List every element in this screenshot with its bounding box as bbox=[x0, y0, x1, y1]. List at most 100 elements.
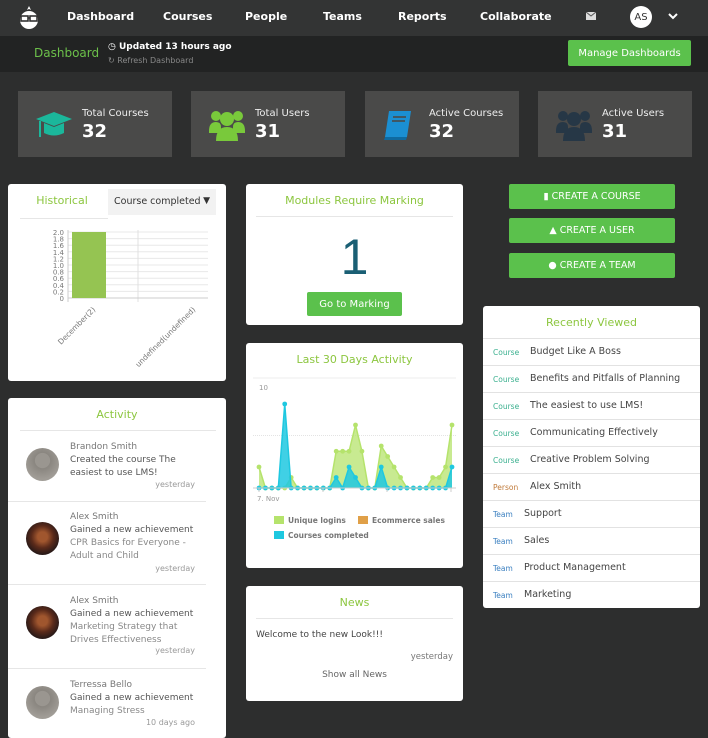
divider bbox=[20, 430, 216, 431]
go-to-marking-button[interactable]: Go to Marking bbox=[307, 292, 402, 316]
create-user-button[interactable]: ▲ CREATE A USER bbox=[509, 218, 675, 243]
data-point bbox=[353, 475, 358, 480]
recent-item[interactable]: Team Sales bbox=[483, 527, 700, 554]
news-item[interactable]: Welcome to the new Look!!! bbox=[256, 630, 383, 640]
stat-value: 32 bbox=[82, 121, 108, 142]
historical-chart: 00.20.40.60.81.01.21.41.61.82.0December(… bbox=[53, 229, 208, 369]
nav-people[interactable]: People bbox=[245, 10, 287, 23]
legend-label: Unique logins bbox=[288, 516, 346, 525]
activity-action: Created the course The easiest to use LM… bbox=[70, 455, 176, 478]
news-time: yesterday bbox=[410, 652, 453, 662]
stat-total-users[interactable]: Total Users 31 bbox=[191, 91, 345, 157]
show-all-news-link[interactable]: Show all News bbox=[246, 670, 463, 680]
recent-item[interactable]: Team Product Management bbox=[483, 554, 700, 581]
data-point bbox=[443, 464, 448, 470]
activity-action: Gained a new achievement bbox=[70, 609, 194, 619]
logo-icon[interactable] bbox=[17, 5, 41, 31]
modules-marking-card: Modules Require Marking 1 Go to Marking bbox=[246, 184, 463, 325]
book-icon: ▮ bbox=[543, 191, 549, 202]
create-course-button[interactable]: ▮ CREATE A COURSE bbox=[509, 184, 675, 209]
recent-item[interactable]: Team Marketing bbox=[483, 581, 700, 608]
avatar bbox=[26, 686, 59, 719]
recently-viewed-card: Recently Viewed Course Budget Like A Boss… bbox=[483, 306, 700, 608]
news-card: News Welcome to the new Look!!! yesterda… bbox=[246, 586, 463, 701]
recent-item[interactable]: Person Alex Smith bbox=[483, 473, 700, 500]
recent-item[interactable]: Team Support bbox=[483, 500, 700, 527]
recent-item-type: Team bbox=[493, 510, 513, 519]
activity-time: yesterday bbox=[155, 564, 195, 573]
activity-time: yesterday bbox=[155, 480, 195, 489]
recent-item-name: Communicating Effectively bbox=[530, 427, 658, 438]
avatar bbox=[26, 522, 59, 555]
stat-total-courses[interactable]: Total Courses 32 bbox=[18, 91, 172, 157]
avatar bbox=[26, 448, 59, 481]
recent-item-type: Course bbox=[493, 402, 520, 411]
recent-item[interactable]: Course Benefits and Pitfalls of Planning bbox=[483, 365, 700, 392]
activity-subject: CPR Basics for Everyone - Adult and Chil… bbox=[70, 538, 186, 561]
activity-title: Activity bbox=[96, 408, 138, 421]
stat-active-users[interactable]: Active Users 31 bbox=[538, 91, 692, 157]
chevron-down-icon[interactable] bbox=[668, 11, 678, 21]
refresh-dashboard-link[interactable]: ↻ Refresh Dashboard bbox=[108, 56, 193, 65]
button-label: CREATE A USER bbox=[559, 225, 635, 236]
data-point bbox=[378, 464, 384, 470]
marking-count: 1 bbox=[340, 229, 369, 285]
activity-time: yesterday bbox=[155, 646, 195, 655]
historical-title: Historical bbox=[36, 194, 88, 207]
recent-item-name: Product Management bbox=[524, 562, 626, 573]
recent-item-type: Course bbox=[493, 429, 520, 438]
recent-item-type: Team bbox=[493, 564, 513, 573]
nav-teams[interactable]: Teams bbox=[323, 10, 362, 23]
nav-collaborate[interactable]: Collaborate bbox=[480, 10, 552, 23]
select-value: Course completed bbox=[114, 196, 201, 207]
x-tick-label: December(2) bbox=[56, 305, 97, 346]
stat-value: 31 bbox=[255, 121, 281, 142]
data-point bbox=[340, 448, 346, 454]
page-title: Dashboard bbox=[34, 46, 100, 60]
recent-item-type: Team bbox=[493, 591, 513, 600]
data-point bbox=[282, 401, 288, 407]
stat-value: 31 bbox=[602, 121, 628, 142]
activity-subject: Managing Stress bbox=[70, 706, 145, 716]
recent-item[interactable]: Course Budget Like A Boss bbox=[483, 338, 700, 365]
recent-item-name: Alex Smith bbox=[530, 481, 582, 492]
data-point bbox=[449, 464, 455, 470]
data-point bbox=[436, 475, 442, 480]
nav-reports[interactable]: Reports bbox=[398, 10, 447, 23]
recent-item[interactable]: Course Communicating Effectively bbox=[483, 419, 700, 446]
metric-select[interactable]: Course completed ▼ bbox=[108, 189, 216, 215]
divider bbox=[8, 501, 206, 502]
clock-icon: ◷ bbox=[108, 42, 119, 52]
recent-item[interactable]: Course The easiest to use LMS! bbox=[483, 392, 700, 419]
mail-icon[interactable] bbox=[586, 12, 596, 20]
activity-time: 10 days ago bbox=[145, 718, 195, 727]
divider bbox=[8, 584, 206, 585]
recent-item[interactable]: Course Creative Problem Solving bbox=[483, 446, 700, 473]
news-title: News bbox=[339, 596, 370, 609]
dropdown-arrow-icon: ▼ bbox=[203, 196, 210, 206]
create-team-button[interactable]: ● CREATE A TEAM bbox=[509, 253, 675, 278]
activity30-title: Last 30 Days Activity bbox=[296, 353, 413, 366]
activity-user: Alex Smith bbox=[70, 596, 119, 606]
user-avatar[interactable]: AS bbox=[630, 6, 652, 28]
activity-chart: 10 7. Nov Unique logins Ecommerce salesCour… bbox=[253, 377, 456, 540]
activity-action: Gained a new achievement bbox=[70, 525, 194, 535]
stat-label: Active Courses bbox=[429, 108, 504, 119]
users-icon: ● bbox=[548, 260, 557, 271]
stat-label: Total Courses bbox=[82, 108, 149, 119]
updated-status: ◷ Updated 13 hours ago bbox=[108, 42, 232, 52]
stat-active-courses[interactable]: Active Courses 32 bbox=[365, 91, 519, 157]
activity-text: Gained a new achievement CPR Basics for E… bbox=[70, 524, 205, 563]
refresh-icon: ↻ bbox=[108, 56, 118, 65]
divider bbox=[256, 216, 453, 217]
book-icon bbox=[384, 111, 411, 140]
data-point bbox=[256, 464, 262, 470]
activity-user: Alex Smith bbox=[70, 512, 119, 522]
recent-item-type: Course bbox=[493, 456, 520, 465]
y-tick-label: 2.0 bbox=[53, 229, 64, 237]
nav-dashboard[interactable]: Dashboard bbox=[67, 10, 134, 23]
manage-dashboards-button[interactable]: Manage Dashboards bbox=[568, 40, 691, 66]
modules-title: Modules Require Marking bbox=[285, 194, 424, 207]
users-icon bbox=[556, 111, 592, 141]
nav-courses[interactable]: Courses bbox=[163, 10, 212, 23]
